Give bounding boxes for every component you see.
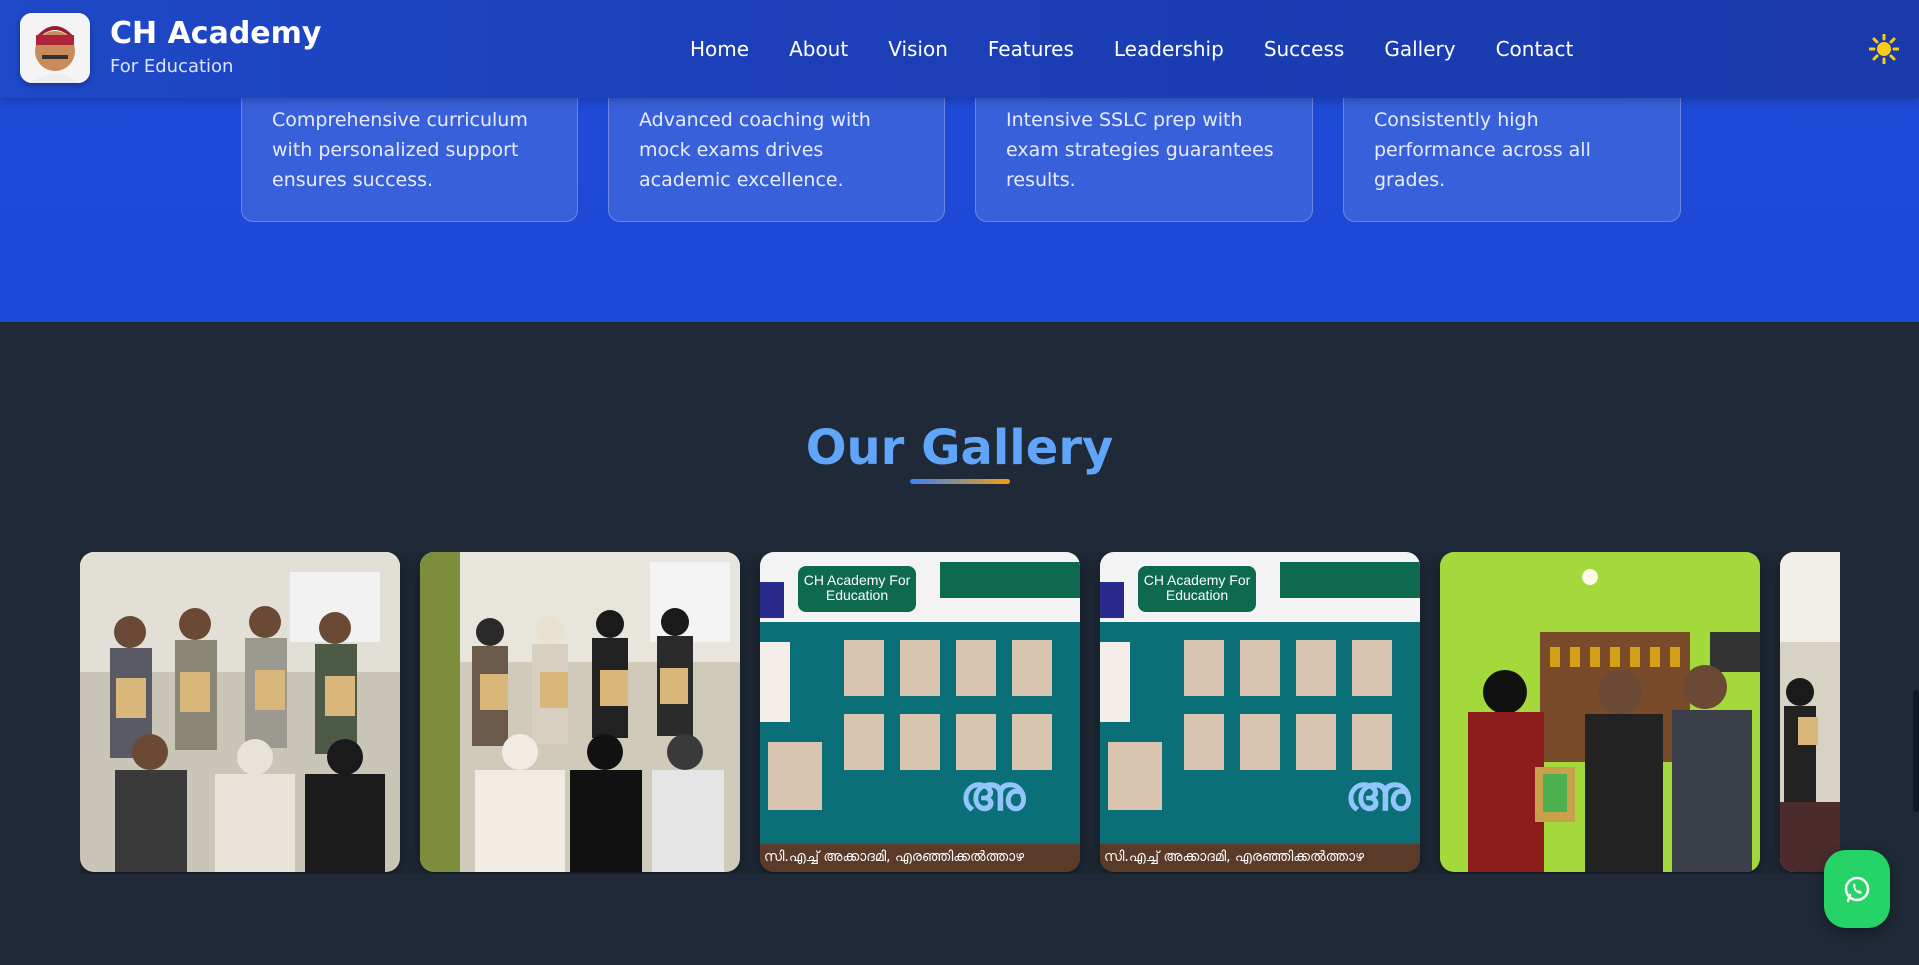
theme-toggle-button[interactable] [1868, 33, 1900, 65]
nav-contact[interactable]: Contact [1496, 37, 1574, 61]
title-underline [910, 479, 1010, 484]
poster-header: CH Academy For Education [798, 566, 916, 612]
feature-card-text: Advanced coaching with mock exams drives… [639, 109, 871, 191]
nav-success[interactable]: Success [1264, 37, 1345, 61]
nav-vision[interactable]: Vision [888, 37, 948, 61]
gallery-item-group-boys[interactable] [80, 552, 400, 872]
gallery-item-partial[interactable] [1780, 552, 1840, 872]
page-scrollbar[interactable] [1913, 690, 1919, 812]
gallery-track: അ CH Academy For Education സി.എച്ച് അക്ക… [80, 552, 1840, 874]
feature-card-text: Consistently high performance across all… [1374, 109, 1591, 191]
poster-header: CH Academy For Education [1138, 566, 1256, 612]
nav-home[interactable]: Home [690, 37, 749, 61]
whatsapp-icon [1844, 876, 1870, 903]
feature-card-text: Intensive SSLC prep with exam strategies… [1006, 109, 1274, 191]
brand-title[interactable]: CH Academy [110, 16, 321, 51]
sun-icon [1868, 33, 1900, 65]
nav-features[interactable]: Features [988, 37, 1074, 61]
brand-subtitle: For Education [110, 56, 234, 77]
main-nav: Home About Vision Features Leadership Su… [690, 0, 1613, 98]
gallery-title: Our Gallery [805, 420, 1114, 476]
nav-leadership[interactable]: Leadership [1114, 37, 1224, 61]
svg-text:അ: അ [1345, 768, 1412, 821]
poster-footer: സി.എച്ച് അക്കാദമി, എരഞ്ഞിക്കൽത്താഴ [760, 844, 1080, 872]
poster-footer: സി.എച്ച് അക്കാദമി, എരഞ്ഞിക്കൽത്താഴ [1100, 844, 1420, 872]
gallery-section: Our Gallery അ CH Academy For Education സ… [0, 322, 1919, 965]
gallery-item-group-girls[interactable] [420, 552, 740, 872]
svg-text:അ: അ [960, 768, 1027, 821]
gallery-item-poster-1[interactable]: അ CH Academy For Education സി.എച്ച് അക്ക… [760, 552, 1080, 872]
whatsapp-button[interactable] [1824, 850, 1890, 928]
nav-about[interactable]: About [789, 37, 848, 61]
logo[interactable] [20, 13, 90, 83]
nav-gallery[interactable]: Gallery [1384, 37, 1455, 61]
gallery-item-poster-2[interactable]: അ CH Academy For Education സി.എച്ച് അക്ക… [1100, 552, 1420, 872]
feature-card-text: Comprehensive curriculum with personaliz… [272, 109, 528, 191]
gallery-item-award[interactable] [1440, 552, 1760, 872]
site-header: CH Academy For Education Home About Visi… [0, 0, 1919, 98]
